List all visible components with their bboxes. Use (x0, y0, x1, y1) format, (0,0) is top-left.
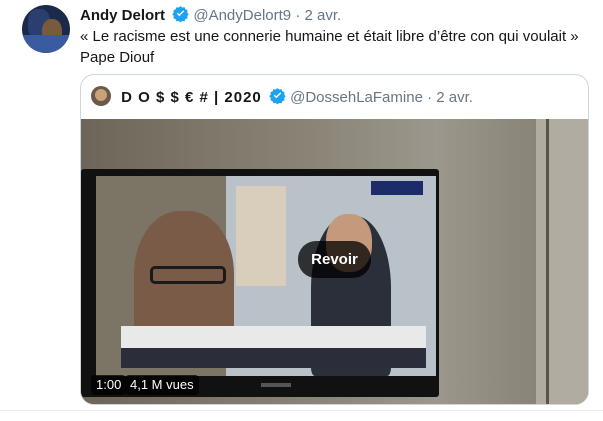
author-handle[interactable]: @AndyDelort9 (193, 7, 291, 24)
video-frame-detail (536, 119, 588, 404)
separator-dot: · (427, 89, 433, 106)
video-frame-detail (546, 119, 549, 404)
author-name[interactable]: Andy Delort (80, 7, 165, 24)
video-frame-detail (371, 181, 423, 195)
video-frame-detail (261, 383, 291, 387)
video-duration-badge: 1:00 (91, 375, 127, 395)
separator-dot: · (295, 7, 301, 24)
quoted-header: D O $ $ € # | 2020 @DossehLaFamine · 2 a… (91, 86, 473, 108)
video-player[interactable]: Revoir 1:00 4,1 M vues (81, 119, 588, 404)
quoted-date[interactable]: 2 avr. (436, 89, 473, 106)
video-frame-detail (150, 266, 226, 284)
video-frame-screen (96, 176, 436, 376)
verified-icon (269, 87, 286, 108)
avatar[interactable] (22, 5, 70, 53)
quoted-tweet[interactable]: D O $ $ € # | 2020 @DossehLaFamine · 2 a… (80, 74, 589, 405)
video-views-badge: 4,1 M vues (125, 375, 199, 395)
verified-icon (172, 5, 189, 26)
tweet-header: Andy Delort @AndyDelort9 · 2 avr. (80, 5, 341, 26)
tweet-text: « Le racisme est une connerie humaine et… (80, 28, 579, 66)
quoted-avatar[interactable] (91, 86, 111, 106)
divider (0, 410, 603, 411)
video-frame-detail (236, 186, 286, 286)
quoted-author-handle[interactable]: @DossehLaFamine (290, 89, 423, 106)
tweet-date[interactable]: 2 avr. (304, 7, 341, 24)
tweet[interactable]: Andy Delort @AndyDelort9 · 2 avr. « Le r… (0, 0, 603, 421)
video-frame-detail (121, 348, 426, 368)
avatar-shape (22, 35, 70, 53)
quoted-author-name[interactable]: D O $ $ € # | 2020 (121, 89, 262, 106)
video-frame-detail (121, 326, 426, 348)
replay-button[interactable]: Revoir (298, 241, 371, 278)
video-frame-tv (81, 169, 439, 397)
